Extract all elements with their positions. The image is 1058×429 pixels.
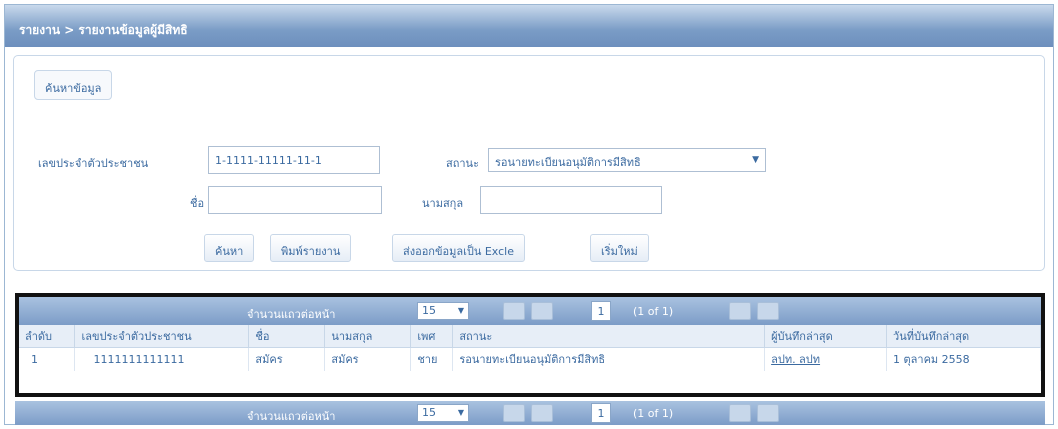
chevron-down-icon: ▼ [457, 306, 464, 315]
prev-page-button[interactable] [531, 404, 553, 422]
cell-citizen-id: 1111111111111 [74, 347, 250, 371]
cell-status: รอนายทะเบียนอนุมัติการมีสิทธิ [452, 347, 766, 371]
search-button[interactable]: ค้นหา [204, 234, 255, 262]
results-grid: จำนวนแถวต่อหน้า 15 ▼ 1 (1 of 1) ลำดับ เล… [15, 293, 1045, 397]
status-label: สถานะ [446, 157, 479, 170]
page-title: รายงาน > รายงานข้อมูลผู้มีสิทธิ [5, 5, 1053, 47]
page-number-input[interactable]: 1 [591, 403, 611, 423]
bottom-pager: จำนวนแถวต่อหน้า 15 ▼ 1 (1 of 1) [15, 401, 1045, 425]
page-count: (1 of 1) [633, 407, 674, 420]
page-count: (1 of 1) [633, 305, 674, 318]
rows-per-page-select[interactable]: 15 ▼ [417, 302, 469, 320]
search-legend: ค้นหาข้อมูล [34, 70, 113, 100]
chevron-down-icon: ▼ [457, 408, 464, 417]
col-header-no[interactable]: ลำดับ [19, 325, 76, 348]
table-header-row: ลำดับ เลขประจำตัวประชาชน ชื่อ นามสกุล เพ… [19, 325, 1041, 348]
col-header-first-name[interactable]: ชื่อ [248, 325, 326, 348]
col-header-last-updated[interactable]: วันที่บันทึกล่าสุด [886, 325, 1041, 348]
table-row[interactable]: 1 1111111111111 สมัคร สมัคร ชาย รอนายทะเ… [19, 347, 1041, 371]
cell-gender: ชาย [410, 347, 454, 371]
chevron-down-icon: ▼ [752, 155, 759, 165]
cell-first-name: สมัคร [248, 347, 326, 371]
export-excel-button[interactable]: ส่งออกข้อมูลเป็น Excle [392, 234, 525, 262]
next-page-button[interactable] [729, 404, 751, 422]
bottom-pager-wrap: จำนวนแถวต่อหน้า 15 ▼ 1 (1 of 1) [15, 401, 1045, 425]
status-select[interactable]: รอนายทะเบียนอนุมัติการมีสิทธิ ▼ [488, 148, 766, 172]
col-header-last-name[interactable]: นามสกุล [324, 325, 412, 348]
prev-page-button[interactable] [531, 302, 553, 320]
last-name-label: นามสกุล [422, 197, 464, 210]
report-window: รายงาน > รายงานข้อมูลผู้มีสิทธิ ค้นหาข้อ… [4, 4, 1054, 425]
col-header-citizen-id[interactable]: เลขประจำตัวประชาชน [74, 325, 250, 348]
col-header-gender[interactable]: เพศ [410, 325, 454, 348]
page-number-input[interactable]: 1 [591, 301, 611, 321]
cell-last-name: สมัคร [324, 347, 412, 371]
col-header-last-editor[interactable]: ผู้บันทึกล่าสุด [764, 325, 888, 348]
cell-last-editor[interactable]: ลปท. ลปท [764, 347, 888, 371]
col-header-status[interactable]: สถานะ [452, 325, 766, 348]
first-name-input[interactable] [208, 186, 382, 214]
rows-per-page-value: 15 [422, 406, 436, 419]
citizen-id-input[interactable] [208, 146, 380, 174]
last-page-button[interactable] [757, 302, 779, 320]
rows-per-page-value: 15 [422, 304, 436, 317]
rows-per-page-select[interactable]: 15 ▼ [417, 404, 469, 422]
last-name-input[interactable] [480, 186, 662, 214]
reset-button[interactable]: เริ่มใหม่ [590, 234, 649, 262]
last-page-button[interactable] [757, 404, 779, 422]
first-page-button[interactable] [503, 302, 525, 320]
citizen-id-label: เลขประจำตัวประชาชน [38, 157, 149, 170]
search-panel: ค้นหาข้อมูล เลขประจำตัวประชาชน สถานะ รอน… [13, 55, 1045, 271]
cell-no: 1 [19, 347, 76, 371]
top-pager: จำนวนแถวต่อหน้า 15 ▼ 1 (1 of 1) [19, 297, 1041, 325]
first-page-button[interactable] [503, 404, 525, 422]
first-name-label: ชื่อ [190, 197, 205, 210]
rows-per-page-label: จำนวนแถวต่อหน้า [247, 308, 336, 321]
cell-last-updated: 1 ตุลาคม 2558 [886, 347, 1041, 371]
print-report-button[interactable]: พิมพ์รายงาน [270, 234, 352, 262]
rows-per-page-label: จำนวนแถวต่อหน้า [247, 410, 336, 423]
next-page-button[interactable] [729, 302, 751, 320]
results-table: ลำดับ เลขประจำตัวประชาชน ชื่อ นามสกุล เพ… [19, 325, 1041, 371]
status-select-value: รอนายทะเบียนอนุมัติการมีสิทธิ [495, 156, 641, 169]
